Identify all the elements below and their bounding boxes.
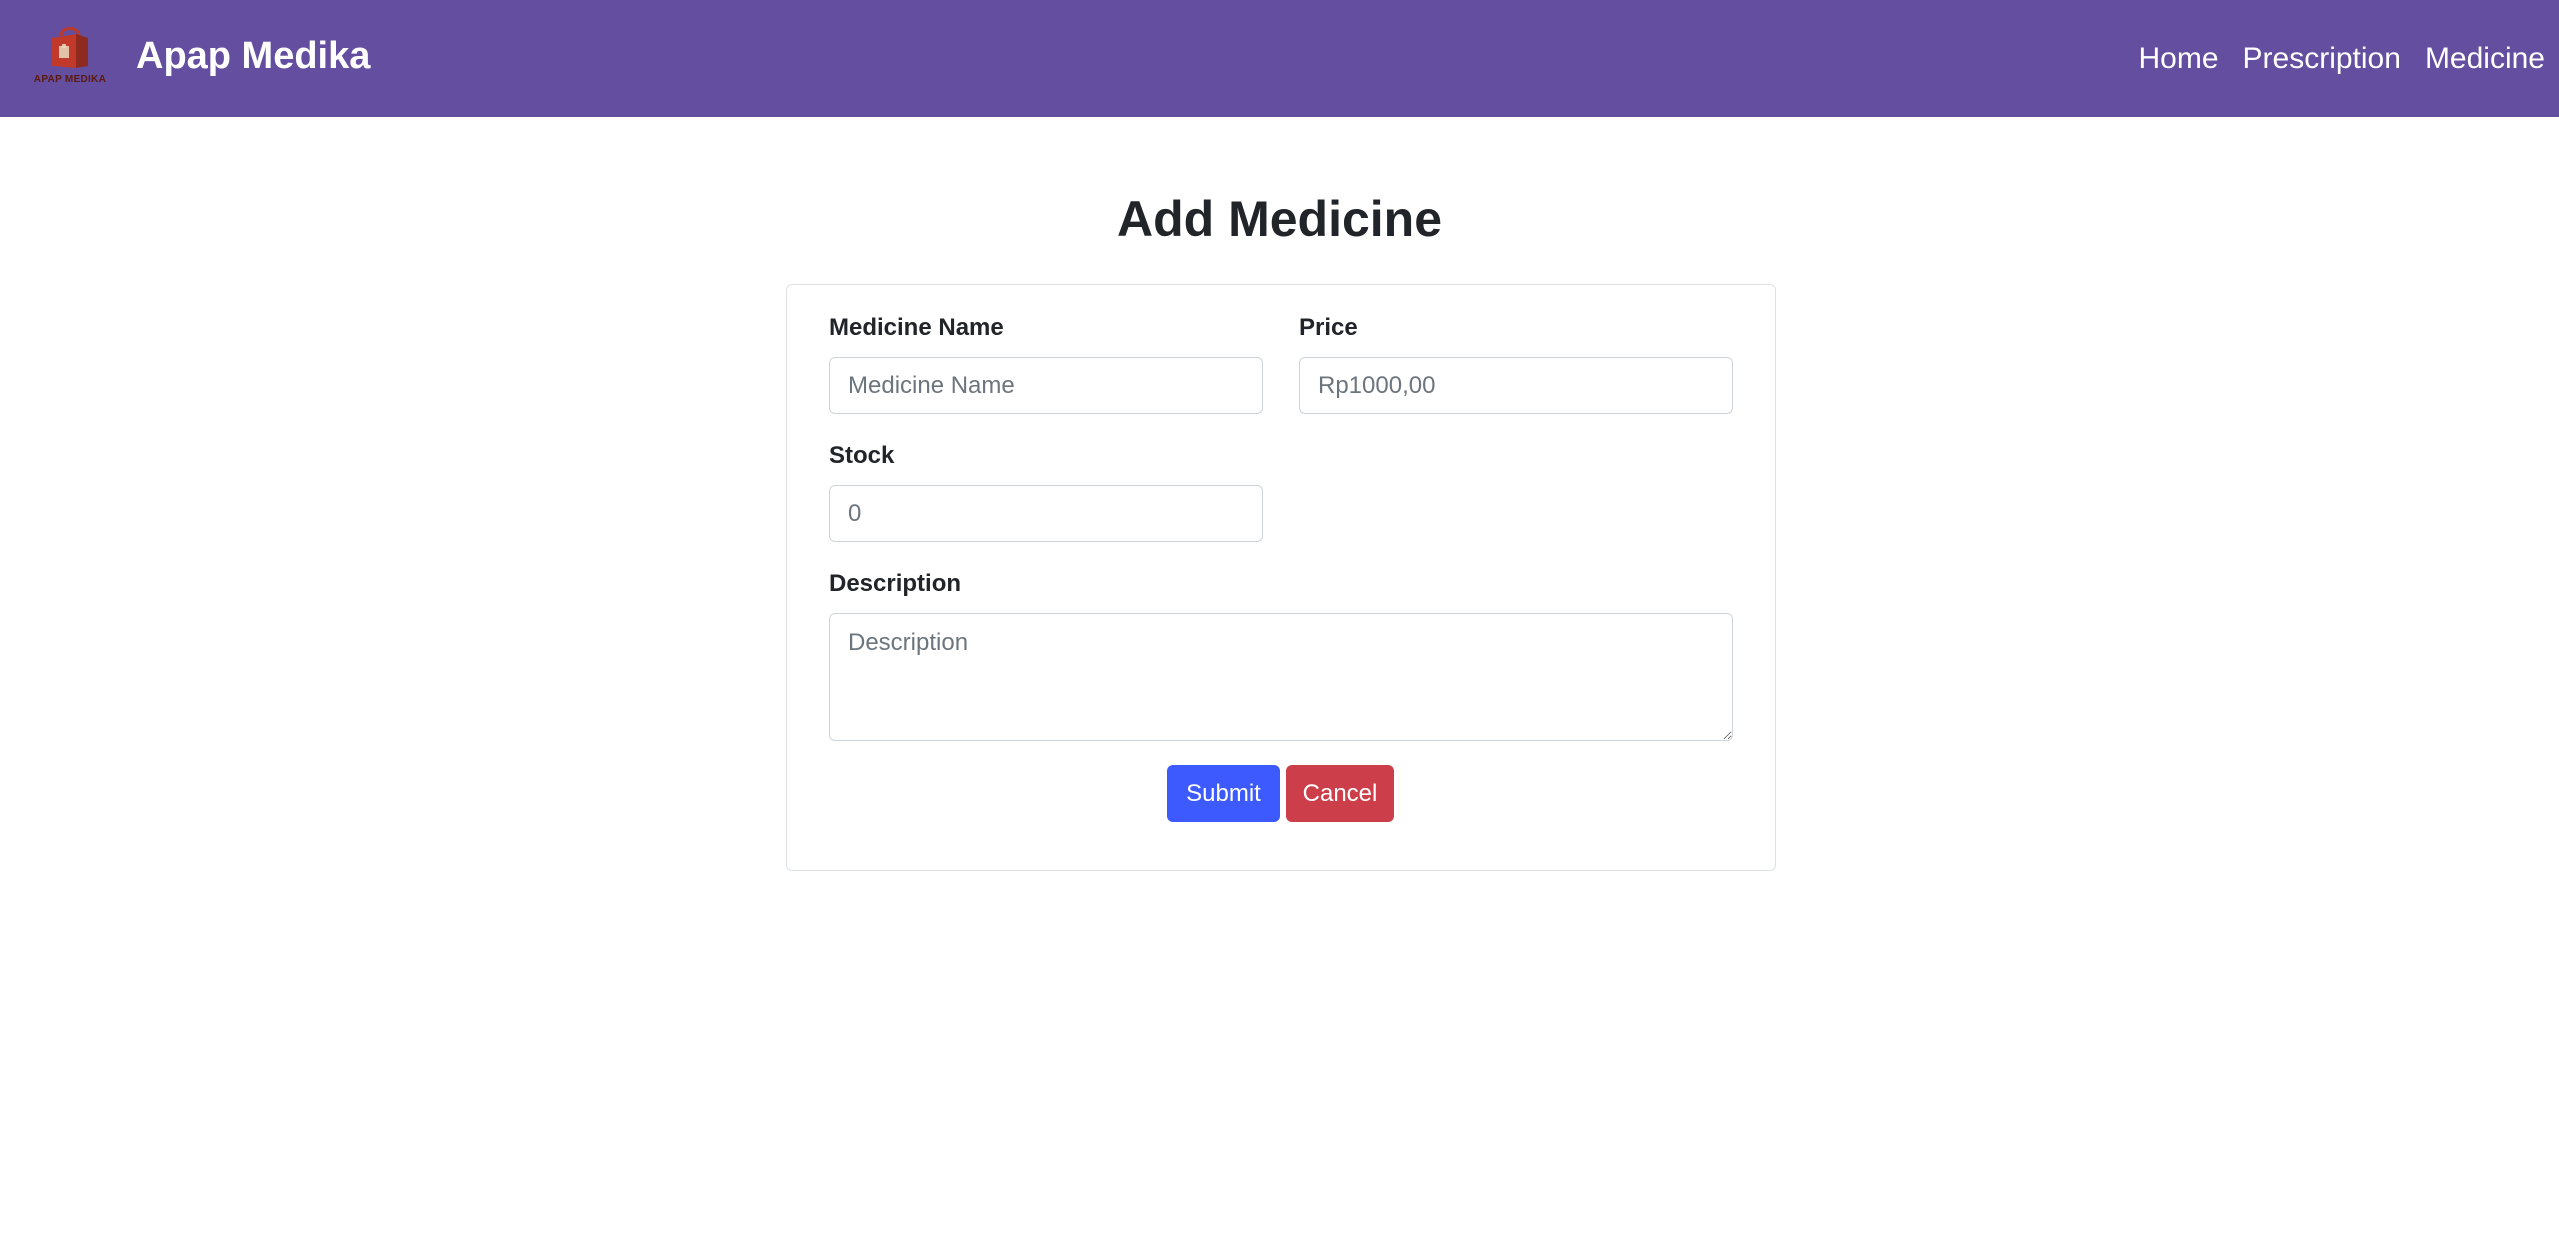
price-input[interactable] [1299,357,1733,414]
submit-button[interactable]: Submit [1167,765,1280,822]
price-label: Price [1299,314,1358,341]
stock-input[interactable] [829,485,1263,542]
nav-links: Home Prescription Medicine [2139,36,2546,82]
logo-text: APAP MEDIKA [33,74,107,85]
medicine-name-label: Medicine Name [829,314,1004,341]
brand-logo[interactable]: APAP MEDIKA [24,20,116,96]
nav-link-prescription[interactable]: Prescription [2243,36,2401,82]
cancel-button[interactable]: Cancel [1286,765,1394,822]
stock-label: Stock [829,442,895,469]
description-label: Description [829,570,962,597]
nav-link-home[interactable]: Home [2139,36,2219,82]
brand-name[interactable]: Apap Medika [136,30,370,82]
medicine-name-input[interactable] [829,357,1263,414]
navbar: APAP MEDIKA Apap Medika Home Prescriptio… [0,0,2559,117]
shopping-bag-logo-icon [52,27,88,68]
page-title: Add Medicine [1116,191,1443,247]
nav-link-medicine[interactable]: Medicine [2425,36,2545,82]
description-textarea[interactable] [829,613,1733,741]
